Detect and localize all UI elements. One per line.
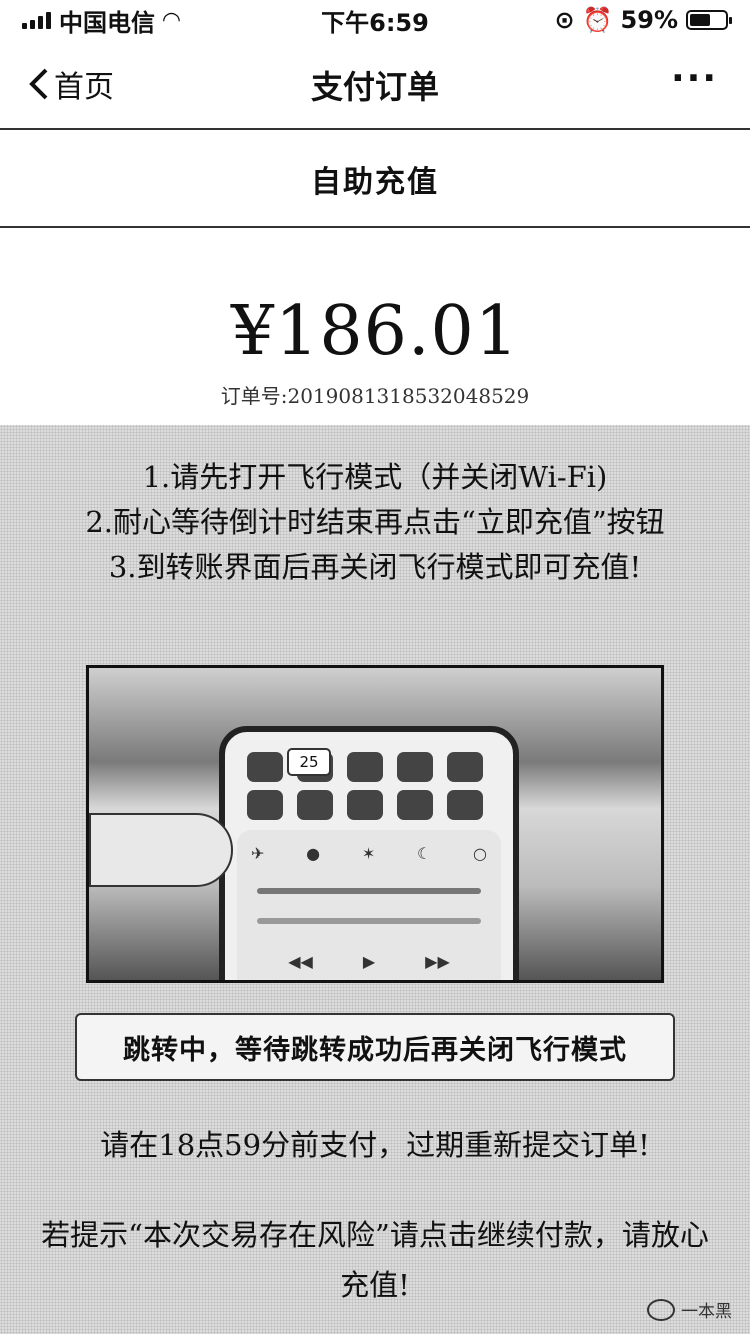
wifi-icon: ◠ <box>163 7 180 33</box>
volume-slider <box>257 918 481 924</box>
section-title: 自助充值 <box>0 132 750 228</box>
brightness-slider <box>257 888 481 894</box>
content-area: 1.请先打开飞行模式（并关闭Wi-Fi) 2.耐心等待倒计时结束再点击“立即充值… <box>0 425 750 1334</box>
deadline-note: 请在18点59分前支付，过期重新提交订单! <box>100 1128 650 1162</box>
status-bar: 中国电信 ◠ 下午6:59 ⊙ ⏰ 59% <box>0 0 750 40</box>
app-icons-row <box>247 790 483 820</box>
app-icons-row <box>247 752 483 782</box>
battery-percent: 59% <box>620 6 678 34</box>
battery-icon <box>686 10 732 30</box>
status-left: 中国电信 ◠ <box>22 3 180 38</box>
page-title: 支付订单 <box>310 68 439 106</box>
calendar-badge: 25 <box>287 748 331 776</box>
nav-bar: 首页 支付订单 ··· <box>0 40 750 130</box>
status-caption: 跳转中，等待跳转成功后再关闭飞行模式 <box>75 1013 675 1081</box>
instructions: 1.请先打开飞行模式（并关闭Wi-Fi) 2.耐心等待倒计时结束再点击“立即充值… <box>0 455 750 590</box>
instruction-item: 2.耐心等待倒计时结束再点击“立即充值”按钮 <box>85 505 665 539</box>
alarm-icon: ⏰ <box>582 6 613 34</box>
instruction-item: 3.到转账界面后再关闭飞行模式即可充值! <box>108 550 642 584</box>
orientation-lock-icon: ⊙ <box>554 6 575 34</box>
status-right: ⊙ ⏰ 59% <box>554 6 732 34</box>
amount-block: ¥186.01 订单号:2019081318532048529 <box>0 230 750 425</box>
wechat-icon <box>647 1298 675 1321</box>
order-number: 订单号:2019081318532048529 <box>220 384 530 408</box>
control-center-panel: ✈ ● ✶ ☾ ○ ◀◀ ▶ ▶▶ <box>237 830 501 980</box>
watermark: 一本黑 <box>647 1297 732 1322</box>
phone-illustration: 25 ✈ ● ✶ ☾ ○ ◀◀ ▶ ▶▶ <box>219 726 519 980</box>
carrier-label: 中国电信 <box>59 8 155 37</box>
more-button[interactable]: ··· <box>671 58 718 99</box>
airplane-mode-demo-image: 25 ✈ ● ✶ ☾ ○ ◀◀ ▶ ▶▶ <box>86 665 664 983</box>
hand-illustration <box>89 813 233 887</box>
media-controls: ◀◀ ▶ ▶▶ <box>288 952 450 971</box>
instruction-item: 1.请先打开飞行模式（并关闭Wi-Fi) <box>142 460 608 494</box>
signal-icon <box>22 11 51 29</box>
watermark-label: 一本黑 <box>681 1302 732 1322</box>
risk-note: 若提示“本次交易存在风险”请点击继续付款，请放心充值! <box>41 1218 709 1302</box>
battery-fill <box>690 14 710 26</box>
payment-amount: ¥186.01 <box>230 292 520 371</box>
airplane-mode-icon: ✈ ● ✶ ☾ ○ <box>251 844 487 863</box>
